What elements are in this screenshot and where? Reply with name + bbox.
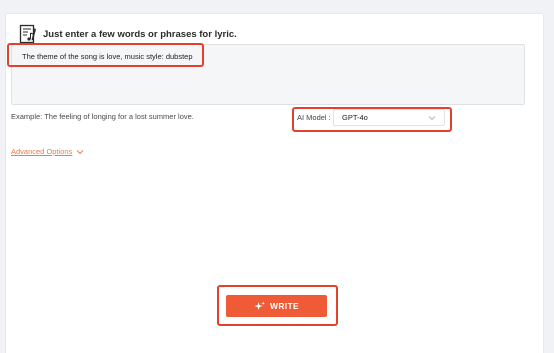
- advanced-options-toggle[interactable]: Advanced Options: [11, 147, 84, 156]
- write-highlight-box: [217, 285, 338, 326]
- example-text: Example: The feeling of longing for a lo…: [11, 112, 194, 121]
- music-notepad-icon: [19, 24, 36, 44]
- form-title: Just enter a few words or phrases for ly…: [43, 28, 237, 40]
- form-header: Just enter a few words or phrases for ly…: [19, 24, 237, 44]
- chevron-down-icon: [76, 149, 84, 154]
- input-highlight-box: [7, 43, 204, 67]
- advanced-options-label: Advanced Options: [11, 147, 73, 156]
- model-highlight-box: [292, 107, 452, 132]
